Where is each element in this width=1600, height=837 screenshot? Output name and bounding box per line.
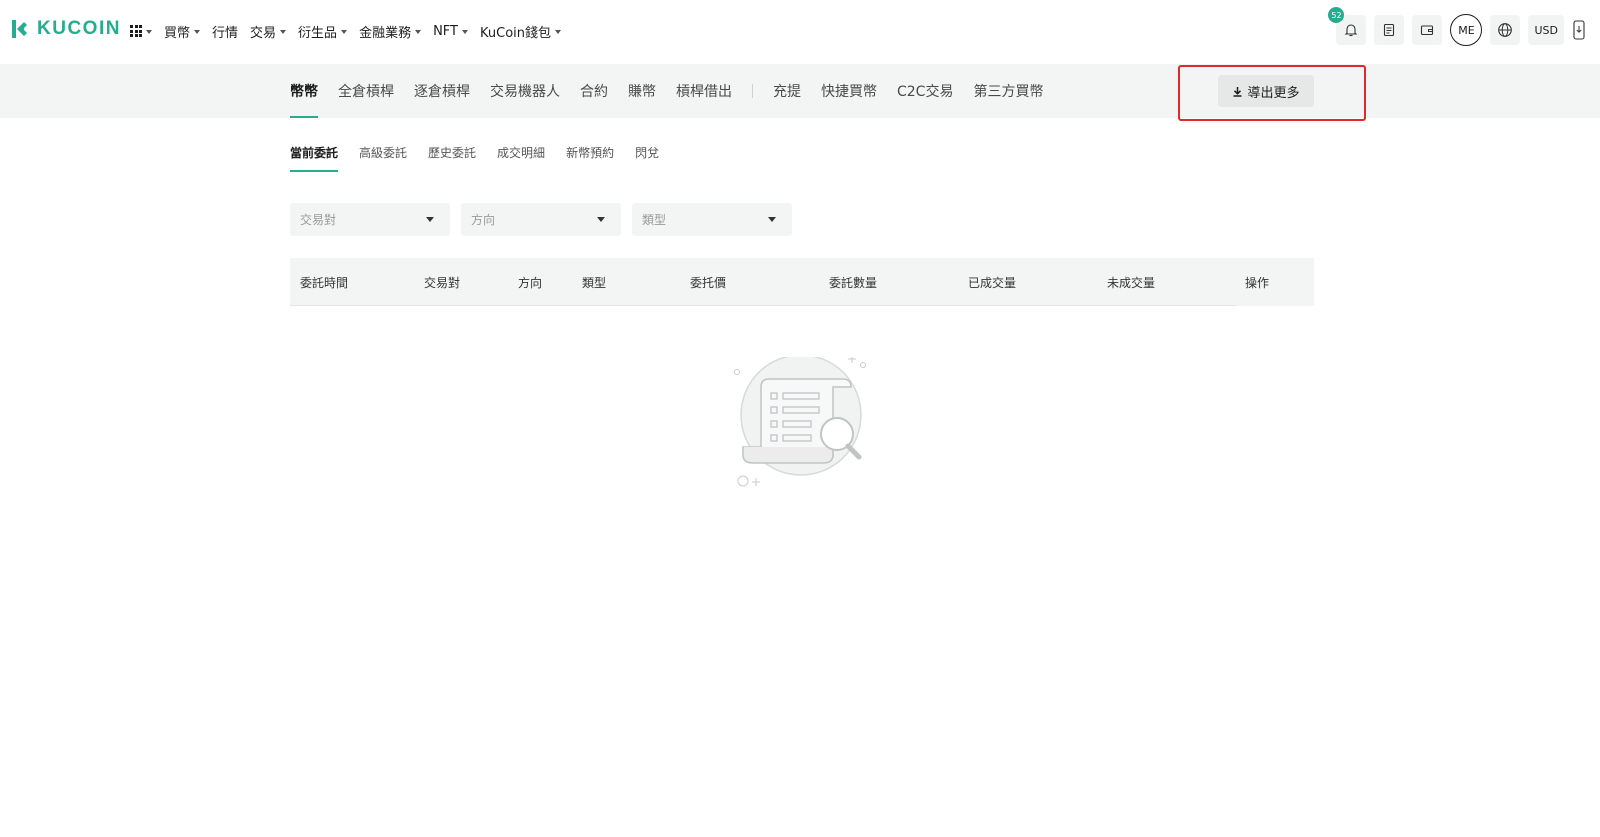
nav-item-label: KuCoin錢包 xyxy=(480,25,551,41)
tab-deposit-withdraw[interactable]: 充提 xyxy=(773,64,801,118)
nav-item-finance[interactable]: 金融業務 xyxy=(359,22,422,41)
header-actions: 52 ME USD xyxy=(1328,7,1586,46)
column-header-order-time: 委託時間 xyxy=(300,275,349,290)
tab-trading-bot[interactable]: 交易機器人 xyxy=(490,64,560,118)
type-select[interactable]: 類型 xyxy=(632,203,792,236)
side-select[interactable]: 方向 xyxy=(461,203,621,236)
pair-select-placeholder: 交易對 xyxy=(300,213,337,227)
app-download-button[interactable] xyxy=(1572,19,1586,41)
tab-divider xyxy=(752,84,753,98)
caret-down-icon xyxy=(768,217,776,222)
tab-p2p[interactable]: C2C交易 xyxy=(897,64,953,118)
brand-name: KUCOIN xyxy=(37,18,121,39)
pair-select[interactable]: 交易對 xyxy=(290,203,450,236)
apps-menu-button[interactable] xyxy=(130,25,152,37)
subtab-convert[interactable]: 閃兌 xyxy=(635,134,659,172)
subtab-order-history[interactable]: 歷史委託 xyxy=(428,134,476,172)
subtab-trade-history[interactable]: 成交明細 xyxy=(497,134,545,172)
wallet-icon xyxy=(1421,25,1434,36)
table-header-divider xyxy=(290,305,1236,306)
column-header-filled: 已成交量 xyxy=(968,275,1017,290)
nav-item-derivatives[interactable]: 衍生品 xyxy=(298,22,348,41)
chevron-down-icon xyxy=(415,29,422,34)
tab-spot[interactable]: 幣幣 xyxy=(290,64,318,118)
order-subtabs: 當前委託 高級委託 歷史委託 成交明細 新幣預約 閃兌 xyxy=(290,134,680,172)
chevron-down-icon xyxy=(280,29,287,34)
nav-item-label: 金融業務 xyxy=(359,25,412,41)
tab-earn[interactable]: 賺幣 xyxy=(628,64,656,118)
chevron-down-icon xyxy=(462,29,468,34)
main-nav: 買幣 行情 交易 衍生品 金融業務 NFT KuCoin錢包 xyxy=(130,18,573,44)
empty-state-illustration xyxy=(733,354,873,493)
kucoin-logo[interactable]: KUCOIN xyxy=(9,18,121,40)
column-header-unfilled: 未成交量 xyxy=(1107,275,1156,290)
column-header-side: 方向 xyxy=(518,275,543,290)
tab-futures[interactable]: 合約 xyxy=(580,64,608,118)
subtab-advanced-orders[interactable]: 高級委託 xyxy=(359,134,407,172)
subtab-new-coin-reservation[interactable]: 新幣預約 xyxy=(566,134,614,172)
nav-item-buy-crypto[interactable]: 買幣 xyxy=(164,22,201,41)
kucoin-logo-icon xyxy=(12,20,27,38)
caret-down-icon xyxy=(426,217,434,222)
notifications-button[interactable]: 52 xyxy=(1328,7,1367,45)
tab-fast-buy[interactable]: 快捷買幣 xyxy=(821,64,877,118)
chevron-down-icon xyxy=(555,29,561,34)
currency-selector[interactable]: USD xyxy=(1528,15,1564,45)
orders-button[interactable] xyxy=(1374,15,1405,45)
top-navbar: KUCOIN 買幣 行情 交易 衍生品 金融業務 NFT KuCoin錢包 52… xyxy=(0,0,1600,64)
column-header-amount: 委託數量 xyxy=(829,275,878,290)
orders-table-header: 委託時間 交易對 方向 類型 委托價 委託數量 已成交量 未成交量 操作 xyxy=(290,258,1314,306)
filters-row: 交易對 方向 類型 xyxy=(290,203,792,236)
document-icon xyxy=(1384,23,1395,37)
avatar-initials: ME xyxy=(1458,23,1475,37)
mobile-download-icon xyxy=(1573,20,1585,40)
empty-records-icon xyxy=(734,354,866,487)
user-avatar-button[interactable]: ME xyxy=(1450,14,1483,46)
notification-badge: 52 xyxy=(1328,7,1345,23)
chevron-down-icon xyxy=(341,29,348,34)
tab-margin-lending[interactable]: 槓桿借出 xyxy=(676,64,732,118)
nav-item-label: 行情 xyxy=(212,25,239,41)
column-header-type: 類型 xyxy=(582,275,607,290)
nav-item-label: 衍生品 xyxy=(298,25,338,41)
nav-item-trade[interactable]: 交易 xyxy=(250,22,287,41)
annotation-highlight-box xyxy=(1178,65,1366,121)
nav-item-wallet[interactable]: KuCoin錢包 xyxy=(480,22,561,41)
globe-icon xyxy=(1498,23,1513,37)
side-select-placeholder: 方向 xyxy=(471,213,496,227)
nav-item-label: 買幣 xyxy=(164,25,191,41)
chevron-down-icon xyxy=(146,29,152,34)
column-header-price: 委托價 xyxy=(690,275,727,290)
tab-isolated-margin[interactable]: 逐倉槓桿 xyxy=(414,64,470,118)
bell-icon xyxy=(1345,24,1358,37)
tab-third-party[interactable]: 第三方買幣 xyxy=(973,64,1043,118)
nav-item-nft[interactable]: NFT xyxy=(433,24,468,39)
apps-grid-icon xyxy=(130,25,142,37)
column-header-action: 操作 xyxy=(1245,275,1270,290)
currency-label: USD xyxy=(1534,23,1558,37)
nav-item-label: 交易 xyxy=(250,25,277,41)
nav-item-markets[interactable]: 行情 xyxy=(212,22,238,41)
tab-cross-margin[interactable]: 全倉槓桿 xyxy=(338,64,394,118)
wallet-button[interactable] xyxy=(1412,15,1443,45)
nav-item-label: NFT xyxy=(433,23,458,39)
subtab-open-orders[interactable]: 當前委託 xyxy=(290,134,339,172)
chevron-down-icon xyxy=(194,29,201,34)
category-tabs: 幣幣 全倉槓桿 逐倉槓桿 交易機器人 合約 賺幣 槓桿借出 充提 快捷買幣 C2… xyxy=(290,64,1063,118)
language-button[interactable] xyxy=(1490,15,1521,45)
caret-down-icon xyxy=(597,217,605,222)
column-header-pair: 交易對 xyxy=(424,275,461,290)
type-select-placeholder: 類型 xyxy=(642,213,667,227)
